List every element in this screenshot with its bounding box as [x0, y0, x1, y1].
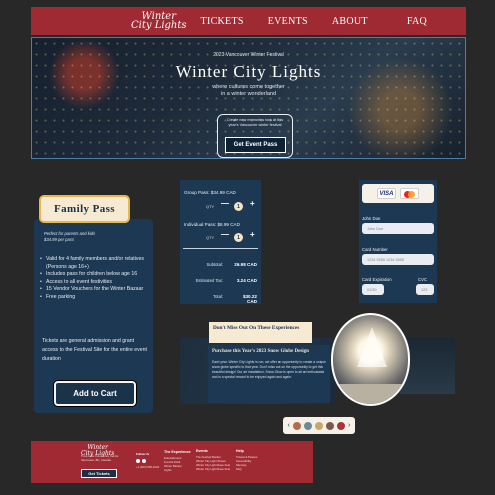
main-nav: TICKETS EVENTS ABOUT FAQ	[201, 16, 451, 27]
expiry-label: Card Expiration	[362, 277, 392, 282]
image-carousel: ‹ ›	[283, 417, 355, 434]
mastercard-icon[interactable]	[400, 188, 419, 199]
experiences-notice: Don't Miss Out On These Experiences	[209, 322, 312, 343]
hero-banner: 2023 Vancouver Winter Festival Winter Ci…	[31, 37, 466, 159]
tax-label: Estimated Tax:	[195, 278, 223, 283]
hero-subtitle-line-1: where cultures come together	[212, 84, 285, 90]
divider	[183, 248, 258, 249]
snow-globe-image	[331, 313, 410, 406]
individual-qty-value: 1	[234, 233, 243, 242]
visa-icon[interactable]: VISA	[377, 188, 396, 199]
group-qty-value: 1	[234, 202, 243, 211]
nav-about[interactable]: ABOUT	[332, 16, 368, 27]
site-header: Winter City Lights TICKETS EVENTS ABOUT …	[31, 7, 466, 35]
footer-col-help: Tickets & Passes Accessibility Sitemap F…	[236, 455, 257, 471]
nav-events[interactable]: EVENTS	[268, 16, 308, 27]
footer-col-experience: Entertainment Food & Drink Winter Bazaar…	[164, 456, 182, 472]
footer-address: Trout Lake Community Centre Vancouver, B…	[81, 454, 118, 462]
feature-item: Valid for 4 family members and/or relati…	[40, 256, 152, 271]
globe-tree-icon	[357, 327, 387, 367]
address-line-2: Vancouver, BC, Canada	[81, 458, 111, 462]
feature-item: Access to all event festivities	[40, 279, 152, 287]
family-pass-title: Family Pass	[39, 195, 130, 223]
group-minus-button[interactable]: —	[221, 199, 229, 208]
card-number-input[interactable]: 1234 5555 1234 5555	[362, 254, 434, 265]
snow-globe-story: Purchase this Year's 2023 Snow Globe Des…	[208, 345, 330, 403]
family-pass-features: Valid for 4 family members and/or relati…	[40, 256, 152, 302]
carousel-thumb[interactable]	[337, 421, 346, 430]
payment-form: VISA John Doe John Doe Card Number 1234 …	[359, 180, 437, 303]
footer-link[interactable]: Winter City Light Rave Fest	[196, 467, 230, 471]
hero-kicker: 2023 Vancouver Winter Festival	[213, 52, 284, 58]
footer-get-tickets-button[interactable]: Get Tickets	[81, 469, 117, 478]
hero-title: Winter City Lights	[175, 62, 322, 81]
individual-minus-button[interactable]: —	[221, 230, 229, 239]
feature-item: Free parking	[40, 294, 152, 302]
feature-item: Includes pass for children below age 16	[40, 271, 152, 279]
group-qty-label: QTY	[206, 204, 215, 209]
individual-qty-label: QTY	[206, 235, 215, 240]
carousel-next-button[interactable]: ›	[348, 422, 350, 429]
globe-base	[337, 384, 403, 404]
add-to-cart-button[interactable]: Add to Cart	[54, 381, 136, 406]
expiry-input[interactable]: 01/30	[362, 284, 384, 295]
group-pass-label: Group Pass: $34.99 CAD	[184, 190, 236, 195]
card-brands: VISA	[362, 184, 434, 203]
footer-col-experience-head: The Experience	[164, 450, 191, 454]
footer-link[interactable]: Lights	[164, 468, 182, 472]
carousel-prev-button[interactable]: ‹	[288, 422, 290, 429]
facebook-icon[interactable]	[142, 459, 146, 463]
footer-link[interactable]: FAQ	[236, 467, 257, 471]
individual-pass-label: Individual Pass: $8.99 CAD	[184, 222, 240, 227]
carousel-thumb[interactable]	[303, 421, 312, 430]
family-pass-description: Tickets are general admission and grant …	[42, 338, 147, 362]
family-pass-price-note: Perfect for parents and kids $34.99 per …	[44, 231, 95, 243]
hero-subtitle: where cultures come together in a winter…	[32, 84, 465, 98]
footer-col-events-head: Events	[196, 449, 208, 453]
total-label: Total:	[212, 294, 223, 299]
price-note-line-2: $34.99 per pass	[44, 237, 75, 242]
ticket-note-line-2: year's Vancouver winter festival	[228, 123, 282, 127]
story-body: Each year, Winter City Lights is run, we…	[212, 360, 326, 379]
hero-text: 2023 Vancouver Winter Festival Winter Ci…	[32, 52, 465, 98]
name-label: John Doe	[362, 216, 381, 221]
subtotal-value: 26.98 CAD	[234, 262, 257, 267]
cvc-input[interactable]: 123	[416, 284, 434, 295]
group-plus-button[interactable]: +	[250, 199, 255, 208]
carousel-thumb[interactable]	[325, 421, 334, 430]
card-number-label: Card Number	[362, 247, 388, 252]
follow-label: Follow Us	[136, 452, 150, 456]
logo-line-2: City Lights	[131, 20, 187, 31]
name-input[interactable]: John Doe	[362, 223, 434, 234]
footer-col-events: The Festival Market Winter City Light Sh…	[196, 455, 230, 471]
ticket-note: Create new memories now at this year's V…	[218, 118, 292, 128]
get-event-pass-button[interactable]: Get Event Pass	[225, 137, 286, 153]
carousel-thumb[interactable]	[292, 421, 301, 430]
hero-ticket-frame: Create new memories now at this year's V…	[217, 114, 293, 158]
footer-col-help-head: Help	[236, 449, 244, 453]
ticket-calculator: Group Pass: $34.99 CAD QTY — 1 + Individ…	[180, 180, 261, 304]
feature-item: 15 Vendor Vouchers for the Winter Bazaar	[40, 286, 152, 294]
hero-subtitle-line-2: in a winter wonderland	[220, 91, 277, 97]
story-title: Purchase this Year's 2023 Snow Globe Des…	[212, 349, 309, 354]
footer-phone: +1 (604) 555-0123	[136, 465, 160, 469]
nav-faq[interactable]: FAQ	[407, 16, 427, 27]
individual-plus-button[interactable]: +	[250, 230, 255, 239]
subtotal-label: Subtotal:	[206, 262, 223, 267]
site-footer: Winter City Lights Trout Lake Community …	[31, 441, 313, 483]
instagram-icon[interactable]	[136, 459, 140, 463]
carousel-thumb[interactable]	[314, 421, 323, 430]
nav-tickets[interactable]: TICKETS	[201, 16, 244, 27]
total-value: $30.22 CAD	[242, 294, 257, 304]
tax-value: 3.24 CAD	[236, 278, 257, 283]
site-logo[interactable]: Winter City Lights	[131, 12, 187, 31]
cvc-label: CVC	[418, 277, 428, 282]
